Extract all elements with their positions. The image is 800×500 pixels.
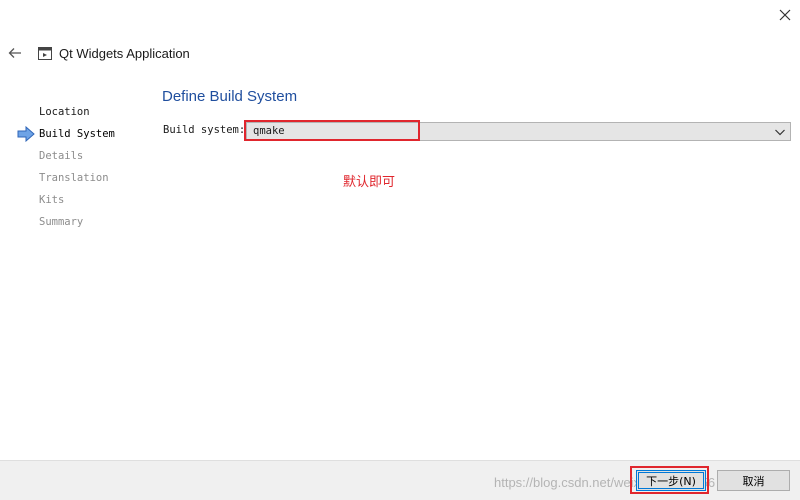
build-system-value: qmake	[253, 125, 285, 137]
step-details: Details	[14, 148, 154, 170]
step-label: Details	[39, 150, 84, 162]
annotation-text: 默认即可	[343, 175, 396, 190]
current-step-arrow-icon	[17, 126, 35, 142]
step-kits: Kits	[14, 192, 154, 214]
step-location: Location	[14, 104, 154, 126]
wizard-footer: https://blog.csdn.net/weixin_40495056 下一…	[0, 460, 800, 500]
close-button[interactable]	[772, 4, 798, 26]
step-label: Location	[39, 106, 90, 118]
step-label: Build System	[39, 128, 115, 140]
step-label: Summary	[39, 216, 84, 228]
wizard-steps: Location Build System Details Translatio…	[14, 104, 154, 236]
step-translation: Translation	[14, 170, 154, 192]
step-build-system: Build System	[14, 126, 154, 148]
cancel-button[interactable]: 取消	[717, 470, 790, 491]
qt-application-icon	[38, 47, 52, 60]
build-system-select[interactable]: qmake	[246, 122, 791, 141]
cancel-button-label: 取消	[742, 474, 765, 488]
step-summary: Summary	[14, 214, 154, 236]
wizard-titlebar: Qt Widgets Application	[0, 40, 800, 68]
build-system-label: Build system:	[163, 124, 246, 136]
window-title: Qt Widgets Application	[59, 46, 190, 61]
back-arrow-icon	[8, 48, 21, 58]
chevron-down-icon	[775, 129, 785, 136]
next-button-label: 下一步(N)	[646, 474, 696, 488]
next-button[interactable]: 下一步(N)	[636, 470, 706, 491]
new-project-wizard: Qt Widgets Application Location Build Sy…	[0, 0, 800, 500]
back-button[interactable]	[6, 44, 24, 62]
close-icon	[779, 9, 791, 21]
page-title: Define Build System	[162, 88, 298, 105]
step-label: Translation	[39, 172, 109, 184]
step-label: Kits	[39, 194, 65, 206]
